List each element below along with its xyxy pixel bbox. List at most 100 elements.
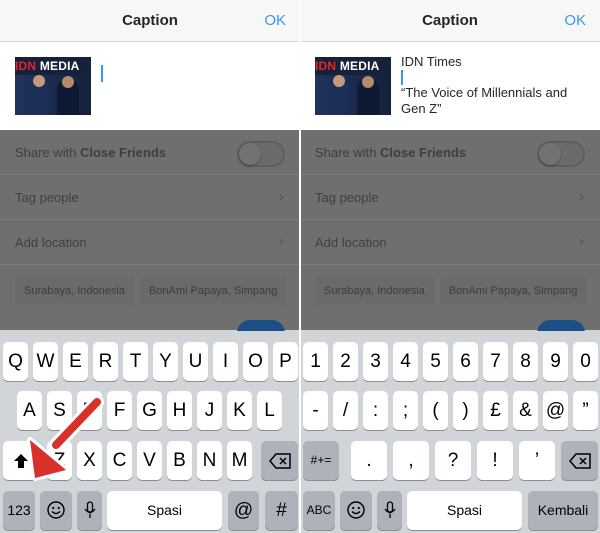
- caption-text-line[interactable]: IDN Times: [401, 54, 591, 70]
- key-9[interactable]: 9: [543, 342, 568, 381]
- row-add-location[interactable]: Add location ›: [0, 220, 300, 265]
- key-7[interactable]: 7: [483, 342, 508, 381]
- location-suggestions: Surabaya, Indonesia BonAmi Papaya, Simpan…: [15, 277, 300, 307]
- key-e[interactable]: E: [63, 342, 88, 381]
- key-w[interactable]: W: [33, 342, 58, 381]
- return-key[interactable]: Kembali: [528, 491, 598, 530]
- key-semicolon[interactable]: ;: [393, 391, 418, 430]
- shift-key[interactable]: [3, 441, 39, 480]
- ok-button[interactable]: OK: [264, 12, 286, 29]
- close-friends-toggle[interactable]: [237, 141, 285, 167]
- key-y[interactable]: Y: [153, 342, 178, 381]
- dictation-key[interactable]: [77, 491, 102, 530]
- chevron-right-icon: ›: [579, 233, 584, 250]
- row-tag-people[interactable]: Tag people ›: [300, 175, 600, 220]
- row-share-close-friends[interactable]: Share with Close Friends: [0, 130, 300, 175]
- key-l[interactable]: L: [257, 391, 282, 430]
- key-s[interactable]: S: [47, 391, 72, 430]
- caption-area: IDN MEDIA: [0, 42, 300, 130]
- letters-key[interactable]: ABC: [303, 491, 335, 530]
- key-close-paren[interactable]: ): [453, 391, 478, 430]
- toggle-knob: [239, 143, 261, 165]
- key-question[interactable]: ?: [435, 441, 471, 480]
- key-p[interactable]: P: [273, 342, 298, 381]
- key-b[interactable]: B: [167, 441, 192, 480]
- key-2[interactable]: 2: [333, 342, 358, 381]
- key-q[interactable]: Q: [3, 342, 28, 381]
- row-tag-people[interactable]: Tag people ›: [0, 175, 300, 220]
- backspace-key[interactable]: [561, 441, 598, 480]
- key-i[interactable]: I: [213, 342, 238, 381]
- symbols-key[interactable]: #+=: [303, 441, 339, 480]
- key-t[interactable]: T: [123, 342, 148, 381]
- logo-red-text: IDN: [315, 59, 337, 73]
- dictation-key[interactable]: [377, 491, 402, 530]
- key-open-paren[interactable]: (: [423, 391, 448, 430]
- location-chip[interactable]: BonAmi Papaya, Simpang: [139, 277, 287, 305]
- shift-arrow-icon: [14, 454, 28, 468]
- settings-list-dimmed: Share with Close Friends Tag people › Ad…: [300, 130, 600, 346]
- emoji-icon: [47, 501, 65, 519]
- hash-key[interactable]: #: [265, 491, 298, 530]
- numbers-key[interactable]: 123: [3, 491, 35, 530]
- key-comma[interactable]: ,: [393, 441, 429, 480]
- key-c[interactable]: C: [107, 441, 132, 480]
- text-cursor[interactable]: [101, 65, 103, 82]
- key-h[interactable]: H: [167, 391, 192, 430]
- key-period[interactable]: .: [351, 441, 387, 480]
- backspace-key[interactable]: [261, 441, 298, 480]
- key-3[interactable]: 3: [363, 342, 388, 381]
- key-d[interactable]: D: [77, 391, 102, 430]
- idn-media-logo: IDN MEDIA: [315, 59, 391, 75]
- keyboard-letters: Q W E R T Y U I O P A S D F G H J K L Z …: [0, 331, 300, 533]
- row-add-location[interactable]: Add location ›: [300, 220, 600, 265]
- text-cursor[interactable]: [401, 70, 403, 85]
- key-colon[interactable]: :: [363, 391, 388, 430]
- key-8[interactable]: 8: [513, 342, 538, 381]
- key-6[interactable]: 6: [453, 342, 478, 381]
- key-hyphen[interactable]: -: [303, 391, 328, 430]
- key-o[interactable]: O: [243, 342, 268, 381]
- key-5[interactable]: 5: [423, 342, 448, 381]
- close-friends-toggle[interactable]: [537, 141, 585, 167]
- key-z[interactable]: Z: [47, 441, 72, 480]
- logo-red-text: IDN: [15, 59, 37, 73]
- location-chip[interactable]: Surabaya, Indonesia: [15, 277, 134, 305]
- emoji-key[interactable]: [340, 491, 372, 530]
- key-exclamation[interactable]: !: [477, 441, 513, 480]
- key-g[interactable]: G: [137, 391, 162, 430]
- key-x[interactable]: X: [77, 441, 102, 480]
- key-m[interactable]: M: [227, 441, 252, 480]
- key-at[interactable]: @: [543, 391, 568, 430]
- key-apostrophe[interactable]: ’: [519, 441, 555, 480]
- backspace-icon: [568, 453, 591, 469]
- space-key[interactable]: Spasi: [407, 491, 522, 530]
- key-slash[interactable]: /: [333, 391, 358, 430]
- location-chip[interactable]: Surabaya, Indonesia: [315, 277, 434, 305]
- key-j[interactable]: J: [197, 391, 222, 430]
- row-label: Add location: [15, 235, 87, 250]
- location-chip[interactable]: BonAmi Papaya, Simpang: [439, 277, 587, 305]
- key-a[interactable]: A: [17, 391, 42, 430]
- key-n[interactable]: N: [197, 441, 222, 480]
- space-key[interactable]: Spasi: [107, 491, 222, 530]
- chevron-right-icon: ›: [579, 188, 584, 205]
- key-4[interactable]: 4: [393, 342, 418, 381]
- key-0[interactable]: 0: [573, 342, 598, 381]
- key-k[interactable]: K: [227, 391, 252, 430]
- key-pound[interactable]: £: [483, 391, 508, 430]
- key-1[interactable]: 1: [303, 342, 328, 381]
- key-quote[interactable]: ”: [573, 391, 598, 430]
- key-f[interactable]: F: [107, 391, 132, 430]
- panel-divider: [299, 0, 301, 533]
- key-u[interactable]: U: [183, 342, 208, 381]
- microphone-icon: [83, 501, 96, 518]
- row-share-close-friends[interactable]: Share with Close Friends: [300, 130, 600, 175]
- ok-button[interactable]: OK: [564, 12, 586, 29]
- key-ampersand[interactable]: &: [513, 391, 538, 430]
- at-key[interactable]: @: [228, 491, 259, 530]
- key-v[interactable]: V: [137, 441, 162, 480]
- caption-text-quote[interactable]: “The Voice of Millennials and Gen Z”: [401, 85, 591, 117]
- emoji-key[interactable]: [40, 491, 72, 530]
- key-r[interactable]: R: [93, 342, 118, 381]
